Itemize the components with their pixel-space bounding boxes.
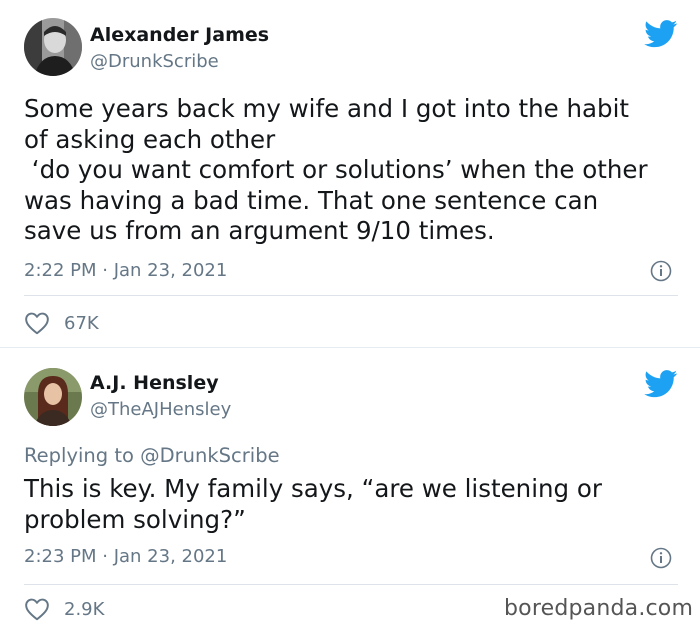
tweet-text: This is key. My family says, “are we lis… — [24, 474, 684, 535]
twitter-bird-icon — [644, 370, 678, 398]
heart-icon — [25, 598, 49, 621]
tweet-timestamp[interactable]: 2:22 PM · Jan 23, 2021 — [24, 260, 227, 281]
info-icon[interactable] — [650, 260, 672, 282]
tweet-card: A.J. Hensley @TheAJHensley Replying to @… — [0, 348, 700, 638]
watermark: boredpanda.com — [504, 596, 694, 621]
tweet-timestamp[interactable]: 2:23 PM · Jan 23, 2021 — [24, 546, 227, 567]
avatar[interactable] — [24, 18, 82, 76]
tweet-card: Alexander James @DrunkScribe Some years … — [0, 0, 700, 347]
like-button[interactable]: 2.9K — [24, 596, 104, 622]
divider — [24, 584, 678, 585]
tweet-text-line: was having a bad time. That one sentence… — [24, 185, 599, 215]
author-name[interactable]: A.J. Hensley — [90, 372, 219, 394]
info-icon[interactable] — [650, 547, 672, 569]
tweet-text-line: problem solving?” — [24, 504, 246, 534]
tweet-text-line: of asking each other — [24, 124, 276, 154]
twitter-bird-icon — [644, 20, 678, 48]
heart-icon — [25, 312, 49, 335]
tweet-text-line: ‘do you want comfort or solutions’ when … — [24, 155, 648, 184]
author-handle[interactable]: @DrunkScribe — [90, 51, 219, 72]
author-handle[interactable]: @TheAJHensley — [90, 399, 231, 420]
replying-to-link[interactable]: @DrunkScribe — [140, 444, 279, 467]
replying-to: Replying to @DrunkScribe — [24, 444, 280, 467]
like-button[interactable]: 67K — [24, 310, 99, 336]
replying-to-prefix: Replying to — [24, 444, 141, 467]
avatar[interactable] — [24, 368, 82, 426]
tweet-text-line: save us from an argument 9/10 times. — [24, 216, 495, 245]
author-name[interactable]: Alexander James — [90, 24, 269, 46]
divider — [24, 295, 678, 296]
like-count: 2.9K — [64, 598, 105, 620]
tweet-text-line: This is key. My family says, “are we lis… — [24, 474, 602, 503]
tweet-text-line: Some years back my wife and I got into t… — [24, 94, 630, 123]
like-count: 67K — [64, 312, 99, 334]
tweet-text: Some years back my wife and I got into t… — [24, 94, 684, 247]
